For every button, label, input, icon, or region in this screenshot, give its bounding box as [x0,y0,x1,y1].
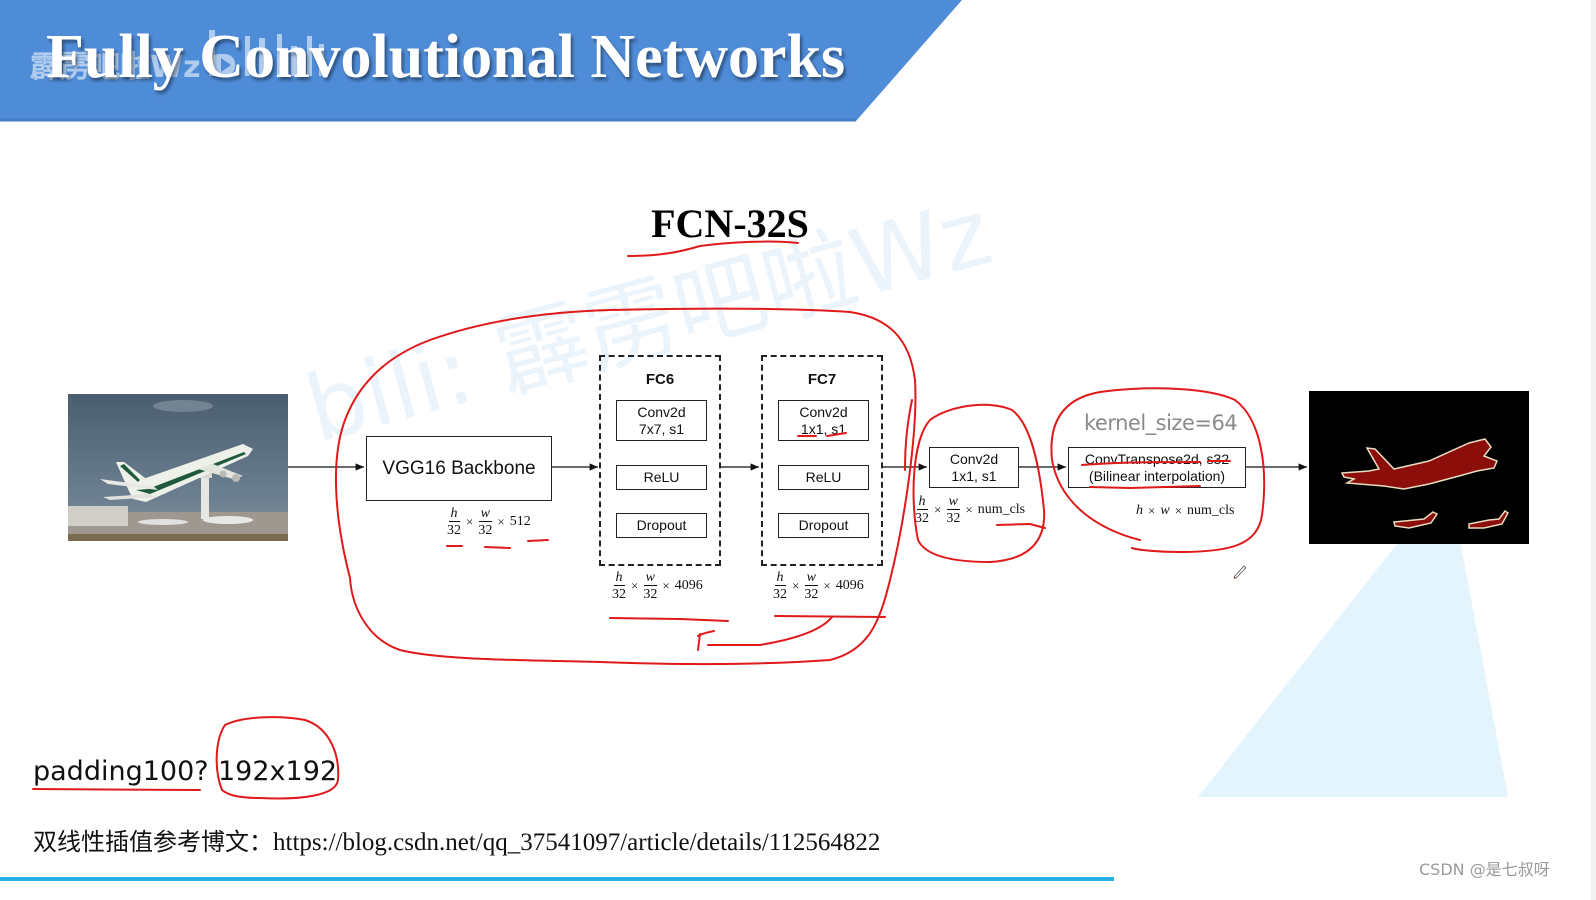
conv-params: 1x1, s1 [800,420,847,437]
fc6-conv-box: Conv2d 7x7, s1 [616,400,707,441]
fc7-dropout-box: Dropout [778,513,869,538]
channel-count: num_cls [1187,503,1235,518]
fc6-output-dim: h 32 × w 32 × 4096 [612,570,703,602]
light-beam-shape [1198,540,1508,797]
fc7-dim-underline [774,615,886,618]
w-symbol: w [1160,503,1170,518]
conv1x1-box: Conv2d 1x1, s1 [929,447,1019,488]
w-fraction: w 32 [478,506,493,538]
conv-params: 1x1, s1 [951,467,997,484]
output-segmentation-image [1309,391,1529,544]
fc6-dropout-box: Dropout [616,513,707,538]
csdn-watermark: CSDN @是七叔呀 [1419,860,1550,879]
size-note: 192x192 [218,756,338,787]
h-fraction: h 32 [612,570,626,602]
bilinear-label: (Bilinear interpolation) [1088,467,1226,484]
fc7-output-dim: h 32 × w 32 × 4096 [773,570,864,602]
w-fraction: w 32 [946,494,961,526]
channel-count: 4096 [674,578,703,593]
h-fraction: h 32 [773,570,787,602]
fc7-title: FC7 [807,371,837,388]
conv-label: Conv2d [799,403,848,420]
convtranspose-output-dim: h × w × num_cls [1136,503,1235,518]
relu-label: ReLU [643,469,680,485]
padding-underline [32,788,201,791]
conv1x1-output-dim: h 32 × w 32 × num_cls [915,494,1026,526]
fc6-relu-box: ReLU [616,465,707,490]
convtranspose-box: ConvTranspose2d, s32 (Bilinear interpola… [1068,447,1246,488]
return-arrow [697,616,833,651]
fc6-group: FC6 Conv2d 7x7, s1 ReLU Dropout [599,355,721,566]
w-fraction: w 32 [804,570,819,602]
dropout-label: Dropout [636,517,687,533]
conv-label: Conv2d [949,450,999,467]
w-fraction: w 32 [643,570,658,602]
vertical-annotation-stroke [904,399,913,471]
fc7-relu-box: ReLU [778,465,869,490]
vgg-dim-underlines [446,539,549,549]
channel-count: 4096 [835,578,864,593]
vgg16-backbone-box: VGG16 Backbone [366,436,552,501]
fc6-title: FC6 [645,371,675,388]
conv-label: Conv2d [637,403,686,420]
dropout-label: Dropout [798,517,849,533]
relu-label: ReLU [805,469,842,485]
channel-count: 512 [509,514,531,529]
padding-note: padding100? [33,756,209,787]
fc7-group: FC7 Conv2d 1x1, s1 ReLU Dropout [761,355,883,566]
vgg16-backbone-label: VGG16 Backbone [382,458,536,479]
reference-label: 双线性插值参考博文： [33,828,273,856]
vgg-output-dim: h 32 × w 32 × 512 [447,506,531,538]
kernel-size-note: kernel_size=64 [1084,411,1238,435]
channel-count: num_cls [977,502,1026,517]
fc7-conv-box: Conv2d 1x1, s1 [778,400,869,441]
h-fraction: h 32 [447,506,461,538]
reference-link[interactable]: https://blog.csdn.net/qq_37541097/articl… [273,829,880,856]
pen-cursor-icon [1233,565,1247,579]
h-symbol: h [1136,503,1143,518]
right-edge-strip [1591,0,1596,900]
conv-params: 7x7, s1 [638,420,685,437]
fc6-dim-underline [609,617,729,622]
reference-line: 双线性插值参考博文：https://blog.csdn.net/qq_37541… [33,822,880,857]
h-fraction: h 32 [915,494,929,526]
page-title: Fully Convolutional Networks [46,23,846,91]
diagram-title: FCN-32S [651,201,809,246]
bottom-progress-bar [0,877,1114,881]
input-airplane-image [68,394,288,541]
convtranspose-label: ConvTranspose2d, s32 [1084,450,1230,467]
